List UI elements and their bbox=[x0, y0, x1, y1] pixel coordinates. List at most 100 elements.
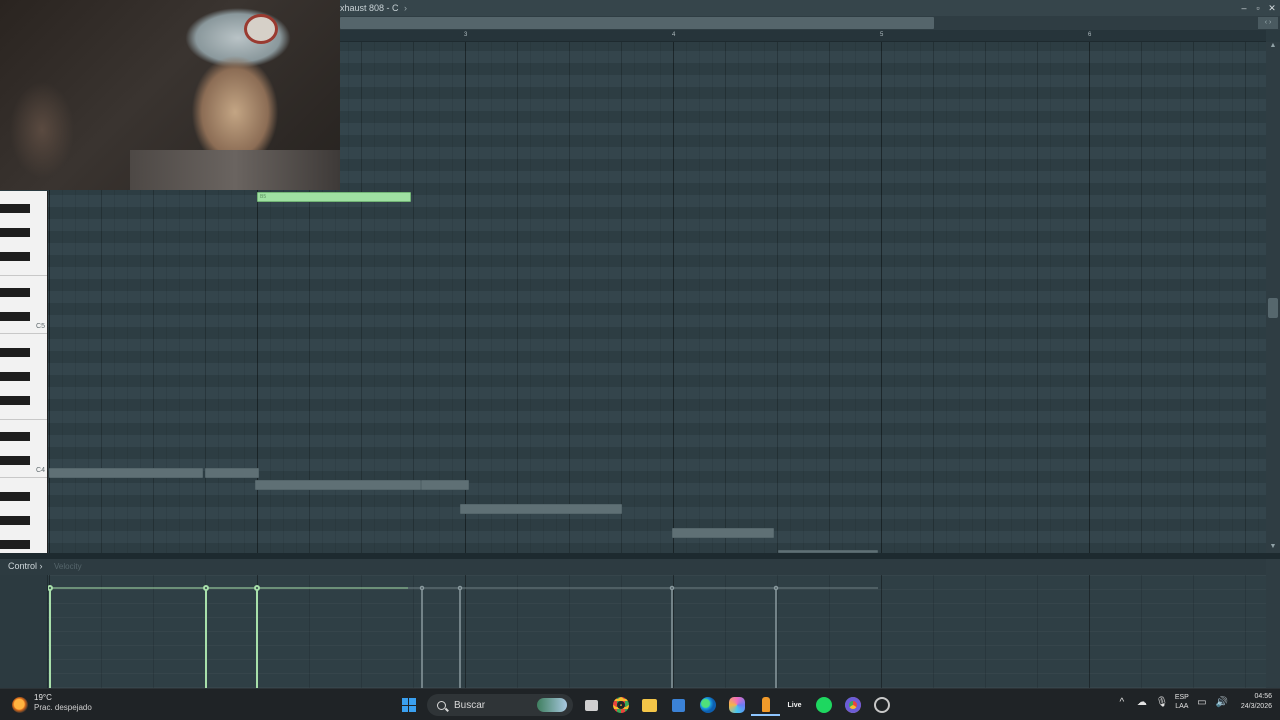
bar-number: 6 bbox=[1088, 32, 1092, 38]
task-view-button[interactable] bbox=[577, 694, 606, 716]
black-key[interactable] bbox=[0, 540, 30, 549]
store-button[interactable] bbox=[664, 694, 693, 716]
weather-widget[interactable]: 19°C Prac. despejado bbox=[12, 693, 92, 713]
bar-number: 4 bbox=[672, 32, 676, 38]
clock-time: 04:56 bbox=[1254, 693, 1272, 700]
key-divider bbox=[0, 419, 47, 420]
copilot-icon bbox=[728, 697, 745, 713]
davinci-icon bbox=[873, 697, 890, 713]
windows-logo-icon bbox=[401, 698, 416, 712]
network-icon[interactable]: ▭ bbox=[1195, 697, 1209, 708]
ghost-note bbox=[255, 480, 421, 490]
start-button[interactable] bbox=[394, 694, 423, 716]
task-view-icon bbox=[585, 699, 598, 711]
octave-label-c5: C5 bbox=[36, 323, 45, 330]
vertical-scrollbar-thumb[interactable] bbox=[1268, 298, 1278, 318]
spotify-icon bbox=[815, 697, 832, 713]
scroll-down-icon[interactable]: ▼ bbox=[1267, 543, 1279, 553]
taskbar-search[interactable]: Buscar bbox=[427, 694, 573, 716]
bar-number: 5 bbox=[880, 32, 884, 38]
live-icon: Live bbox=[787, 701, 802, 709]
black-key[interactable] bbox=[0, 288, 30, 297]
black-key[interactable] bbox=[0, 516, 30, 525]
note-label: B5 bbox=[260, 194, 267, 200]
restore-button[interactable]: ▫ bbox=[1254, 0, 1262, 16]
window-controls: – ▫ ✕ bbox=[1240, 0, 1276, 16]
fl-studio-piano-roll: xhaust 808 - C › – ▫ ✕ ‹ › 3 4 5 6 B5 C5… bbox=[0, 0, 1280, 720]
microphone-icon[interactable]: 🎙 bbox=[1155, 697, 1169, 708]
black-key[interactable] bbox=[0, 456, 30, 465]
search-highlight-icon bbox=[537, 698, 567, 712]
black-key[interactable] bbox=[0, 432, 30, 441]
black-key[interactable] bbox=[0, 492, 30, 501]
close-button[interactable]: ✕ bbox=[1268, 0, 1276, 16]
window-titlebar[interactable]: xhaust 808 - C › – ▫ ✕ bbox=[340, 0, 1280, 16]
bar-number: 3 bbox=[464, 32, 468, 38]
scroll-up-icon[interactable]: ▲ bbox=[1267, 42, 1279, 52]
key-divider bbox=[0, 333, 47, 334]
chevron-up-icon[interactable]: ^ bbox=[1115, 697, 1129, 708]
weather-icon bbox=[12, 697, 28, 713]
black-key[interactable] bbox=[0, 396, 30, 405]
spotify-button[interactable] bbox=[809, 694, 838, 716]
fl-studio-icon bbox=[761, 696, 770, 712]
ghost-note bbox=[460, 504, 622, 514]
black-key[interactable] bbox=[0, 252, 30, 261]
cap-logo-icon bbox=[244, 14, 278, 44]
velocity-lane[interactable] bbox=[47, 575, 1266, 688]
window-title: xhaust 808 - C bbox=[340, 3, 399, 13]
file-explorer-button[interactable] bbox=[635, 694, 664, 716]
copilot-button[interactable] bbox=[722, 694, 751, 716]
scroll-arrows[interactable]: ‹ › bbox=[1258, 17, 1278, 29]
folder-icon bbox=[642, 698, 657, 712]
chrome-profile-icon bbox=[844, 697, 861, 713]
weather-temp: 19°C bbox=[34, 693, 52, 702]
control-side-panel bbox=[0, 575, 48, 688]
webcam-shirt bbox=[130, 150, 340, 190]
taskbar-apps: Buscar Live bbox=[394, 694, 896, 716]
fl-studio-button[interactable] bbox=[751, 694, 780, 716]
black-key[interactable] bbox=[0, 228, 30, 237]
windows-taskbar: 19°C Prac. despejado Buscar Live ^ ☁ 🎙 E… bbox=[0, 688, 1280, 720]
store-icon bbox=[672, 698, 685, 712]
search-placeholder: Buscar bbox=[454, 699, 486, 711]
horizontal-scrollbar-thumb[interactable] bbox=[340, 17, 934, 29]
horizontal-scrollbar[interactable]: ‹ › bbox=[340, 16, 1280, 30]
search-icon bbox=[437, 700, 446, 710]
vertical-scrollbar[interactable]: ▲ ▼ bbox=[1266, 42, 1280, 553]
davinci-button[interactable] bbox=[867, 694, 896, 716]
ghost-note bbox=[672, 528, 774, 538]
weather-desc: Prac. despejado bbox=[34, 703, 92, 712]
control-header: Control › Velocity bbox=[0, 559, 1280, 575]
control-scrollbar[interactable] bbox=[1266, 559, 1280, 688]
clock-date: 24/3/2026 bbox=[1240, 703, 1272, 710]
edge-button[interactable] bbox=[693, 694, 722, 716]
octave-label-c4: C4 bbox=[36, 467, 45, 474]
volume-icon[interactable]: 🔊 bbox=[1215, 697, 1229, 708]
ghost-note bbox=[421, 480, 469, 490]
system-tray: ^ ☁ 🎙 ESP LAA ▭ 🔊 04:56 24/3/2026 bbox=[1115, 692, 1272, 712]
onedrive-icon[interactable]: ☁ bbox=[1135, 697, 1149, 708]
ableton-live-button[interactable]: Live bbox=[780, 694, 809, 716]
key-divider bbox=[0, 275, 47, 276]
note-selected[interactable]: B5 bbox=[257, 192, 411, 202]
velocity-bars[interactable] bbox=[47, 575, 1266, 688]
language-indicator[interactable]: ESP LAA bbox=[1175, 693, 1189, 711]
ghost-note bbox=[205, 468, 259, 478]
timeline-ruler[interactable]: 3 4 5 6 bbox=[340, 30, 1266, 42]
chrome-button[interactable] bbox=[606, 694, 635, 716]
black-key[interactable] bbox=[0, 372, 30, 381]
clock[interactable]: 04:56 24/3/2026 bbox=[1241, 692, 1272, 712]
edge-icon bbox=[699, 697, 716, 713]
minimize-button[interactable]: – bbox=[1240, 0, 1248, 16]
control-label[interactable]: Control › bbox=[8, 561, 43, 571]
ghost-note bbox=[49, 468, 203, 478]
title-chevron-icon[interactable]: › bbox=[404, 0, 407, 16]
chrome-icon bbox=[612, 697, 629, 713]
key-divider bbox=[0, 477, 47, 478]
black-key[interactable] bbox=[0, 312, 30, 321]
chrome-profile-button[interactable] bbox=[838, 694, 867, 716]
black-key[interactable] bbox=[0, 204, 30, 213]
piano-keyboard[interactable]: C5 C4 bbox=[0, 191, 48, 553]
black-key[interactable] bbox=[0, 348, 30, 357]
